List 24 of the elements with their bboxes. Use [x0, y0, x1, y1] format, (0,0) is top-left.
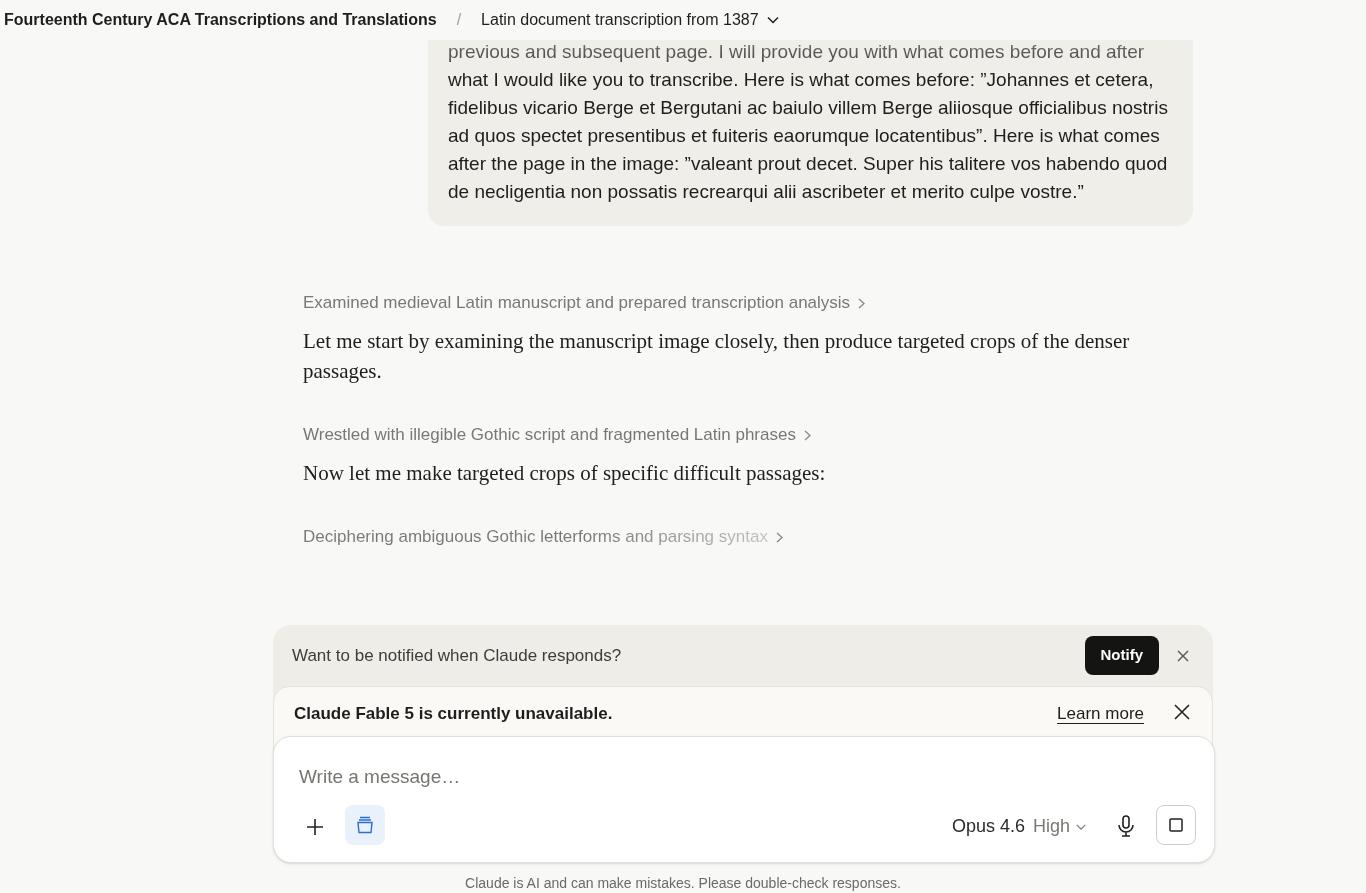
chevron-right-icon — [858, 297, 866, 309]
disclaimer: Claude is AI and can make mistakes. Please double-check responses. — [464, 874, 902, 893]
unavailable-notice: Claude Fable 5 is currently unavailable. — [294, 703, 614, 725]
model-name[interactable]: Opus 4.6 — [951, 813, 1025, 840]
chevron-right-icon — [775, 531, 783, 543]
stop-icon — [1169, 818, 1183, 832]
learn-more-link[interactable]: Learn more — [1057, 701, 1144, 727]
chevron-down-icon — [1076, 822, 1086, 831]
archive-box-icon[interactable] — [345, 805, 385, 845]
effort-selector[interactable]: High — [1032, 813, 1086, 840]
thinking-step[interactable]: Examined medieval Latin manuscript and prepared transcription analysis — [303, 288, 866, 318]
chat-title-button[interactable]: Latin document transcription from 1387 — [481, 8, 779, 32]
notify-prompt: Want to be notified when Claude responds? — [292, 644, 623, 667]
response-text: Let me start by examining the manuscript image closely, then produce targeted crops of the denser passages. — [303, 328, 1131, 385]
notify-button[interactable]: Notify — [1084, 636, 1159, 675]
user-message: previous and subsequent page. I will provide you with what comes before and after what I would like you to transcribe. Here is what comes before: ”Johannes et cetera, fidelibus vicario Berge et Bergutani ac baiulo villem Berge aliiosque officialibus nostris ad quos spectet presentibus et fuiteris eaorumque locatentibus”. Here is what comes after the page in the image: ”valeant prout decet. Super his talitere vos habendo quod de necligentia non possatis recrearqui alii ascribeter et merito culpe vostre.” — [448, 40, 1169, 204]
chevron-right-icon — [803, 429, 811, 441]
message-input[interactable]: Write a message… — [299, 763, 899, 792]
stop-button[interactable] — [1156, 805, 1196, 845]
chevron-down-icon — [766, 16, 779, 24]
project-title[interactable]: Fourteenth Century ACA Transcriptions and Translations — [4, 8, 437, 32]
breadcrumb-separator: / — [456, 10, 462, 30]
thinking-step[interactable]: Wrestled with illegible Gothic script and fragmented Latin phrases — [303, 420, 811, 450]
response-text: Now let me make targeted crops of specific difficult passages: — [303, 460, 827, 487]
